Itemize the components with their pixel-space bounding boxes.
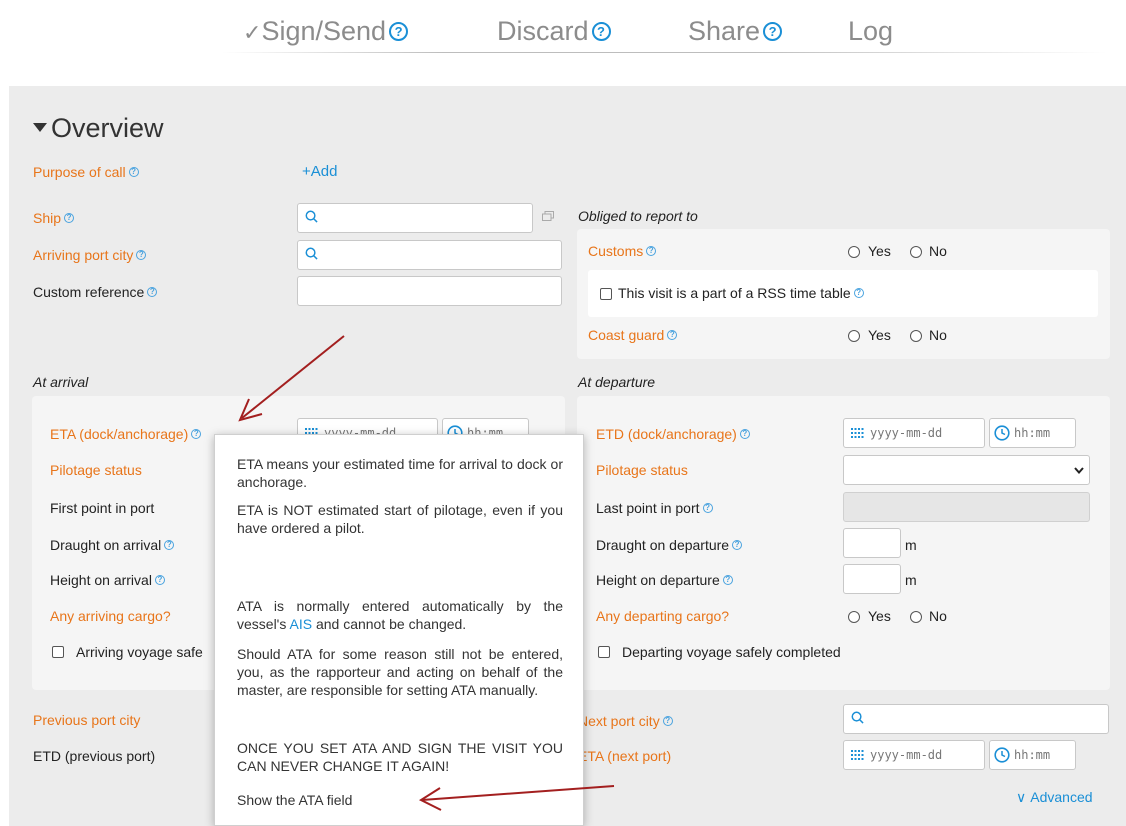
annotation-arrow-eta — [238, 335, 345, 422]
annotation-arrow-show-ata — [418, 785, 615, 811]
annotation-arrows — [238, 335, 615, 811]
